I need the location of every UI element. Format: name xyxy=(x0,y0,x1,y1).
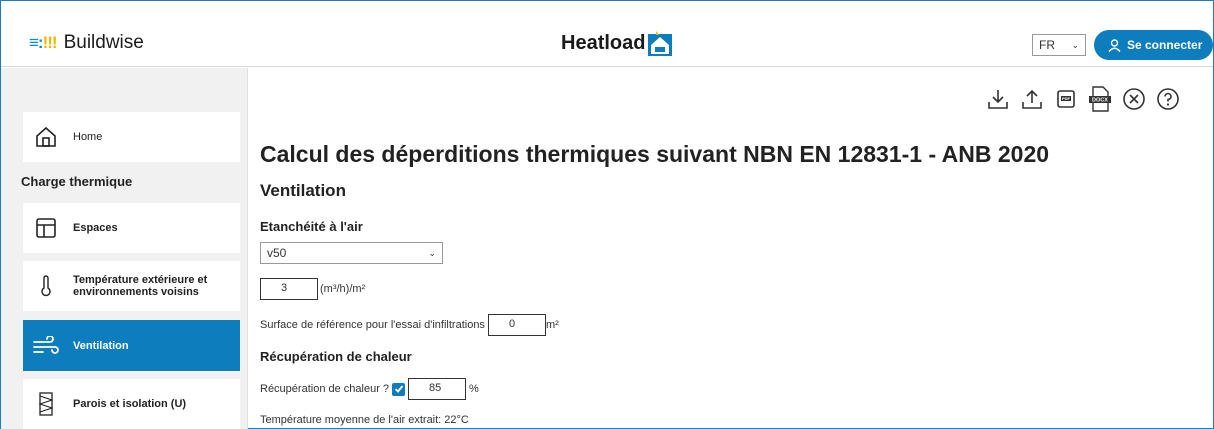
sidebar: Home Charge thermique Espaces Températur… xyxy=(1,68,248,429)
toolbar: PDF DOCX xyxy=(985,86,1181,112)
airtightness-select[interactable]: v50 ⌄ xyxy=(260,242,443,264)
home-icon xyxy=(33,126,59,148)
chevron-down-icon: ⌄ xyxy=(1071,39,1079,50)
main-content: PDF DOCX Calcul des déperditions thermiq… xyxy=(249,68,1213,428)
airtightness-heading: Etanchéité à l'air xyxy=(260,219,363,234)
login-button[interactable]: Se connecter xyxy=(1094,30,1213,60)
page-title: Calcul des déperditions thermiques suiva… xyxy=(260,141,1050,167)
buildwise-logo[interactable]: ≡:!!! Buildwise xyxy=(29,32,144,54)
check-icon xyxy=(394,385,403,393)
sidebar-item-temperature[interactable]: Température extérieure et environnements… xyxy=(23,261,240,311)
heat-recovery-checkbox[interactable] xyxy=(392,382,406,396)
heat-recovery-input[interactable]: 85 xyxy=(408,378,467,400)
surface-unit: m² xyxy=(545,319,559,331)
header: ≡:!!! Buildwise Heatload FR ⌄ Se connect… xyxy=(1,1,1213,67)
language-select[interactable]: FR ⌄ xyxy=(1032,34,1086,56)
heatload-house-icon xyxy=(648,31,673,56)
wind-icon xyxy=(33,335,59,356)
close-circle-icon[interactable] xyxy=(1121,86,1147,112)
svg-text:DOCX: DOCX xyxy=(1092,98,1108,104)
heat-recovery-unit: % xyxy=(469,383,479,395)
brand-title: Heatload xyxy=(561,31,646,54)
pdf-icon[interactable]: PDF xyxy=(1053,86,1079,112)
buildwise-logo-mark: ≡:!!! xyxy=(29,33,58,52)
v50-input[interactable]: 3 xyxy=(260,278,318,300)
surface-label: Surface de référence pour l'essai d'infi… xyxy=(260,319,485,331)
heat-recovery-heading: Récupération de chaleur xyxy=(260,349,412,364)
svg-text:PDF: PDF xyxy=(1062,96,1071,101)
section-title: Ventilation xyxy=(260,181,346,200)
sidebar-item-ventilation[interactable]: Ventilation xyxy=(23,320,240,371)
heat-recovery-row: Récupération de chaleur ? 85 % xyxy=(260,378,479,400)
sidebar-item-label: Température extérieure et environnements… xyxy=(73,274,208,298)
sidebar-section-title: Charge thermique xyxy=(21,174,133,189)
download-icon[interactable] xyxy=(985,86,1011,112)
wall-insulation-icon xyxy=(33,392,59,416)
surface-input[interactable]: 0 xyxy=(487,314,546,336)
buildwise-logo-text: Buildwise xyxy=(63,32,144,53)
login-label: Se connecter xyxy=(1127,38,1203,52)
language-value: FR xyxy=(1039,38,1055,52)
thermometer-icon xyxy=(33,275,59,297)
sidebar-item-espaces[interactable]: Espaces xyxy=(23,203,240,253)
app-window: ≡:!!! Buildwise Heatload FR ⌄ Se connect… xyxy=(0,0,1214,429)
heat-recovery-label: Récupération de chaleur ? xyxy=(260,383,390,395)
user-icon xyxy=(1108,38,1121,52)
layout-icon xyxy=(33,217,59,239)
sidebar-item-label: Ventilation xyxy=(73,339,129,352)
surface-row: Surface de référence pour l'essai d'infi… xyxy=(260,314,559,336)
heatload-brand: Heatload xyxy=(561,30,673,56)
sidebar-item-label: Espaces xyxy=(73,222,118,234)
sidebar-item-parois[interactable]: Parois et isolation (U) xyxy=(23,379,240,429)
extract-air-temperature-note: Température moyenne de l'air extrait: 22… xyxy=(260,414,469,426)
airtightness-select-value: v50 xyxy=(267,246,287,260)
upload-icon[interactable] xyxy=(1019,86,1045,112)
docx-icon[interactable]: DOCX xyxy=(1087,86,1113,112)
chevron-down-icon: ⌄ xyxy=(428,247,436,258)
sidebar-item-label: Parois et isolation (U) xyxy=(73,398,187,410)
sidebar-item-home[interactable]: Home xyxy=(23,112,240,162)
v50-row: 3 (m³/h)/m² xyxy=(260,278,365,300)
help-icon[interactable] xyxy=(1155,86,1181,112)
v50-unit: (m³/h)/m² xyxy=(320,283,366,295)
sidebar-item-label: Home xyxy=(73,131,103,143)
